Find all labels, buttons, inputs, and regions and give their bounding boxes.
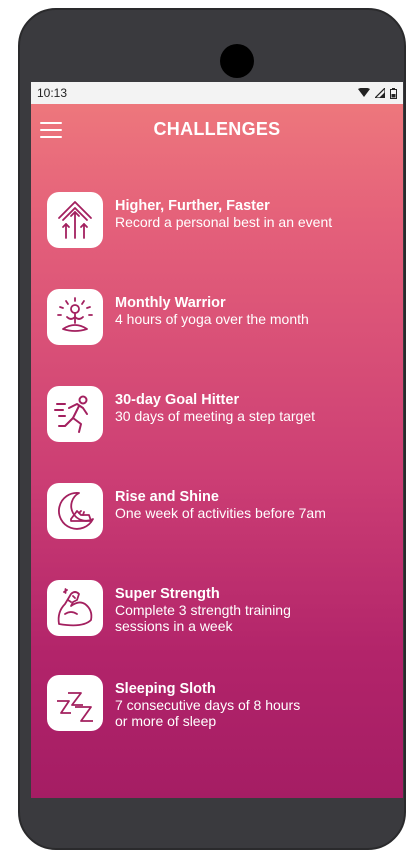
challenge-item-higher-further-faster[interactable]: Higher, Further, Faster Record a persona… — [47, 192, 397, 272]
arrows-up-icon — [58, 201, 92, 239]
status-time: 10:13 — [37, 86, 68, 100]
challenge-title: Monthly Warrior — [115, 295, 226, 311]
challenge-description: 7 consecutive days of 8 hours or more of… — [115, 697, 301, 729]
challenge-description: One week of activities before 7am — [115, 505, 326, 521]
challenge-description: 4 hours of yoga over the month — [115, 311, 309, 327]
status-icons — [358, 87, 397, 99]
runner-icon — [54, 395, 88, 433]
challenge-item-monthly-warrior[interactable]: Monthly Warrior 4 hours of yoga over the… — [47, 289, 397, 369]
bottom-bezel — [31, 798, 403, 846]
challenge-icon-box — [47, 483, 103, 539]
bicep-icon — [57, 588, 93, 627]
yoga-icon — [57, 297, 93, 332]
challenge-item-super-strength[interactable]: Super Strength Complete 3 strength train… — [47, 580, 397, 660]
challenge-title: Super Strength — [115, 586, 220, 602]
challenge-description: Complete 3 strength training sessions in… — [115, 602, 291, 634]
signal-icon — [375, 88, 385, 98]
challenge-item-30-day-goal-hitter[interactable]: 30-day Goal Hitter 30 days of meeting a … — [47, 386, 397, 466]
challenge-item-rise-and-shine[interactable]: Rise and Shine One week of activities be… — [47, 483, 397, 563]
challenge-description: 30 days of meeting a step target — [115, 408, 316, 424]
challenge-icon-box — [47, 580, 103, 636]
challenge-item-sleeping-sloth[interactable]: Sleeping Sloth 7 consecutive days of 8 h… — [47, 675, 397, 755]
challenge-title: 30-day Goal Hitter — [115, 392, 240, 408]
zzz-icon — [57, 692, 93, 722]
camera — [220, 44, 254, 78]
challenge-title: Sleeping Sloth — [115, 681, 216, 697]
challenge-icon-box — [47, 386, 103, 442]
challenge-icon-box — [47, 675, 103, 731]
moon-shoe-icon — [58, 492, 94, 530]
app-screen: 10:13 CHALLENGES Higher, Further, Faster… — [31, 82, 403, 798]
battery-icon — [390, 87, 397, 99]
challenge-icon-box — [47, 289, 103, 345]
app-bar: CHALLENGES — [31, 104, 403, 156]
challenge-title: Rise and Shine — [115, 489, 219, 505]
challenge-icon-box — [47, 192, 103, 248]
challenge-description: Record a personal best in an event — [115, 214, 333, 230]
page-title: CHALLENGES — [153, 119, 281, 139]
wifi-icon — [358, 88, 370, 97]
challenge-title: Higher, Further, Faster — [115, 198, 270, 214]
status-bar: 10:13 — [31, 82, 403, 104]
